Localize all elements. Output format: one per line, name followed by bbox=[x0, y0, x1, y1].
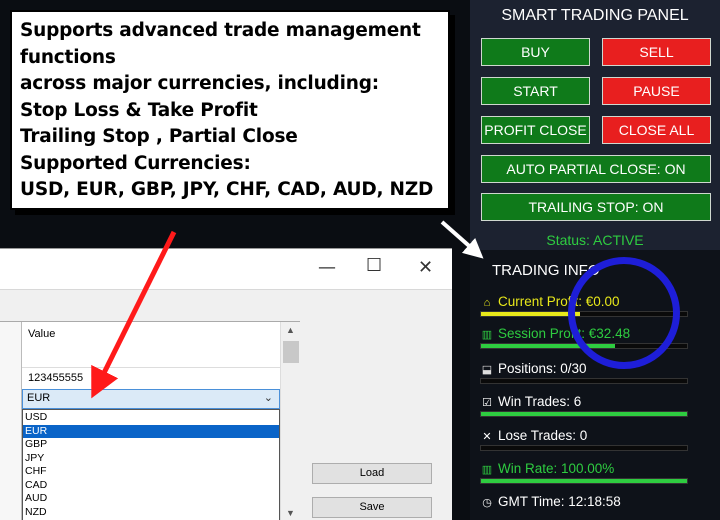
close-button[interactable]: ✕ bbox=[418, 257, 433, 278]
save-button[interactable]: Save bbox=[312, 497, 432, 518]
profit-close-button[interactable]: PROFIT CLOSE bbox=[481, 116, 590, 144]
sell-button[interactable]: SELL bbox=[602, 38, 711, 66]
lose-trades-row: ✕ Lose Trades: 0 bbox=[480, 428, 710, 460]
win-rate-fill bbox=[481, 479, 687, 483]
scroll-up-icon[interactable]: ▲ bbox=[286, 325, 295, 335]
currency-option-chf[interactable]: CHF bbox=[23, 465, 279, 479]
current-profit-fill bbox=[481, 312, 580, 316]
titlebar-divider bbox=[0, 289, 452, 290]
trailing-stop-toggle[interactable]: TRAILING STOP: ON bbox=[481, 193, 711, 221]
minimize-button[interactable]: — bbox=[318, 257, 336, 278]
win-trades-fill bbox=[481, 412, 687, 416]
clock-icon: ◷ bbox=[482, 497, 492, 509]
currency-select[interactable]: EUR ⌄ bbox=[22, 389, 280, 409]
win-trades-row: ☑ Win Trades: 6 bbox=[480, 394, 710, 426]
callout-line-1: Supports advanced trade management bbox=[20, 20, 421, 41]
bar-chart-icon: ▥ bbox=[481, 329, 493, 341]
currency-option-usd[interactable]: USD bbox=[23, 411, 279, 425]
currency-select-value: EUR bbox=[27, 392, 51, 404]
callout-line-7: USD, EUR, GBP, JPY, CHF, CAD, AUD, NZD bbox=[20, 179, 434, 200]
status-text: Status: ACTIVE bbox=[546, 232, 644, 248]
chevron-down-icon[interactable]: ⌄ bbox=[264, 391, 273, 404]
settings-window: — ☐ ✕ Value 123455555 ▲ ▼ EUR ⌄ USD EUR … bbox=[0, 248, 452, 520]
currency-option-cad[interactable]: CAD bbox=[23, 479, 279, 493]
positions-label: Positions: 0/30 bbox=[498, 361, 587, 376]
highlight-circle bbox=[568, 257, 680, 369]
callout-line-5: Trailing Stop , Partial Close bbox=[20, 126, 298, 147]
grid-cell-value[interactable]: 123455555 bbox=[28, 372, 83, 384]
close-all-button[interactable]: CLOSE ALL bbox=[602, 116, 711, 144]
buy-button[interactable]: BUY bbox=[481, 38, 590, 66]
lock-icon: ⌂ bbox=[483, 297, 491, 309]
callout-line-3: across major currencies, including: bbox=[20, 73, 379, 94]
pause-button[interactable]: PAUSE bbox=[602, 77, 711, 105]
positions-bar bbox=[480, 378, 688, 384]
scroll-thumb[interactable] bbox=[283, 341, 299, 363]
maximize-button[interactable]: ☐ bbox=[366, 255, 382, 276]
currency-option-jpy[interactable]: JPY bbox=[23, 452, 279, 466]
positions-row: ⬓ Positions: 0/30 bbox=[480, 361, 710, 393]
auto-partial-close-toggle[interactable]: AUTO PARTIAL CLOSE: ON bbox=[481, 155, 711, 183]
scroll-down-icon[interactable]: ▼ bbox=[286, 508, 295, 518]
win-rate-label: Win Rate: 100.00% bbox=[498, 461, 615, 476]
currency-dropdown-list: USD EUR GBP JPY CHF CAD AUD NZD bbox=[22, 409, 280, 520]
feature-callout: Supports advanced trade management funct… bbox=[10, 10, 450, 210]
currency-option-gbp[interactable]: GBP bbox=[23, 438, 279, 452]
window-titlebar: — ☐ ✕ bbox=[0, 249, 452, 289]
gmt-time-row: ◷ GMT Time: 12:18:58 bbox=[480, 494, 710, 520]
currency-option-eur[interactable]: EUR bbox=[23, 424, 279, 438]
value-column-header[interactable]: Value bbox=[28, 328, 55, 340]
callout-line-4: Stop Loss & Take Profit bbox=[20, 99, 258, 121]
gmt-time-label: GMT Time: 12:18:58 bbox=[498, 494, 621, 509]
trading-panel: SMART TRADING PANEL BUY SELL START PAUSE… bbox=[470, 0, 720, 520]
x-icon: ✕ bbox=[482, 431, 492, 443]
win-rate-row: ▥ Win Rate: 100.00% bbox=[480, 461, 710, 493]
lose-trades-bar bbox=[480, 445, 688, 451]
win-trades-bar bbox=[480, 411, 688, 417]
currency-option-nzd[interactable]: NZD bbox=[23, 506, 279, 520]
win-trades-label: Win Trades: 6 bbox=[498, 394, 582, 409]
win-rate-bar bbox=[480, 478, 688, 484]
lose-trades-label: Lose Trades: 0 bbox=[498, 428, 588, 443]
grid-header: Value bbox=[22, 322, 280, 368]
callout-line-2: functions bbox=[20, 46, 116, 68]
currency-option-aud[interactable]: AUD bbox=[23, 492, 279, 506]
load-button[interactable]: Load bbox=[312, 463, 432, 484]
panel-title: SMART TRADING PANEL bbox=[501, 7, 689, 24]
grid-scrollbar[interactable]: ▲ ▼ bbox=[280, 322, 300, 520]
line-chart-icon: ⬓ bbox=[481, 364, 493, 376]
grid-row-header-column bbox=[0, 322, 22, 520]
panel-controls-section: SMART TRADING PANEL BUY SELL START PAUSE… bbox=[470, 0, 720, 250]
bar-chart-icon: ▥ bbox=[481, 464, 493, 476]
start-button[interactable]: START bbox=[481, 77, 590, 105]
checkbox-icon: ☑ bbox=[482, 397, 492, 409]
callout-line-6: Supported Currencies: bbox=[20, 152, 251, 174]
